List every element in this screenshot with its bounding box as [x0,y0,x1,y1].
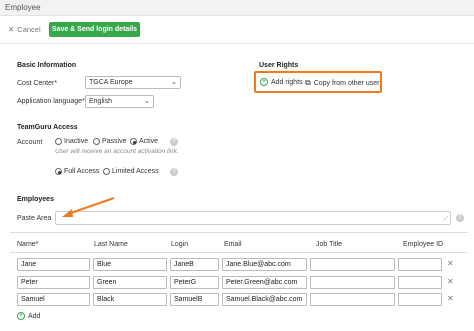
radio-limited-access[interactable]: Limited Access [103,168,159,175]
chevron-down-icon: ⌄ [171,79,177,86]
cancel-label: Cancel [17,25,41,34]
cost-center-label: Cost Center* [17,80,58,87]
cell-job-title[interactable] [310,258,395,271]
cell-job-title[interactable] [310,293,395,306]
radio-circle [93,138,100,145]
radio-circle [55,138,62,145]
help-icon[interactable]: ? [456,214,464,222]
save-send-button[interactable]: Save & Send login details [49,22,140,37]
cell-employee-id[interactable] [398,293,442,306]
table-row: Jane Blue JaneB Jane.Blue@abc.com ✕ [0,258,474,272]
cell-last-name[interactable]: Green [93,276,167,289]
cell-email[interactable]: Jane.Blue@abc.com [222,258,307,271]
divider [10,232,468,233]
account-hint: User will receive an account activation … [55,148,179,155]
copy-from-user-button[interactable]: ⧉ Copy from other user [305,78,379,88]
employees-heading: Employees [17,196,54,203]
table-row: Peter Green PeterG Peter.Green@abc.com ✕ [0,276,474,290]
add-row-label: Add [28,312,41,320]
cell-last-name[interactable]: Black [93,293,167,306]
radio-passive[interactable]: Passive [93,138,127,145]
remove-row-icon[interactable]: ✕ [447,294,454,303]
add-row-button[interactable]: + Add [17,312,40,320]
cost-center-select[interactable]: TGCA Europe ⌄ [85,76,181,89]
radio-circle-selected [130,138,137,145]
col-header-employee-id: Employee ID [403,241,444,248]
radio-full-access[interactable]: Full Access [55,168,99,175]
window-title: Employee [5,3,41,12]
paste-area-label: Paste Area [17,215,52,222]
cell-name[interactable]: Peter [17,276,90,289]
help-icon[interactable]: ? [170,138,178,146]
cell-employee-id[interactable] [398,258,442,271]
table-row: Samuel Black SamuelB Samuel.Black@abc.co… [0,293,474,307]
cell-name[interactable]: Samuel [17,293,90,306]
cancel-button[interactable]: ✕ Cancel [8,25,41,34]
radio-circle [103,168,110,175]
plus-circle-icon: + [17,312,25,320]
col-header-login: Login [171,241,189,248]
col-header-email: Email [224,241,242,248]
access-heading: TeamGuru Access [17,124,78,131]
resize-handle-icon[interactable]: ⟋ [443,216,448,224]
col-header-last-name: Last Name [94,241,128,248]
limited-access-label: Limited Access [112,168,159,175]
cell-login[interactable]: SamuelB [170,293,219,306]
col-header-job-title: Job Title [316,241,343,248]
user-rights-heading: User Rights [259,62,299,69]
cell-employee-id[interactable] [398,276,442,289]
add-rights-button[interactable]: + Add rights [260,78,303,86]
radio-active-label: Active [139,138,159,145]
full-access-label: Full Access [64,168,100,175]
account-label: Account [17,139,43,146]
radio-circle-selected [55,168,62,175]
plus-circle-icon: + [260,78,268,86]
cost-center-value: TGCA Europe [89,79,133,86]
language-select[interactable]: English ⌄ [85,95,154,108]
cell-job-title[interactable] [310,276,395,289]
radio-passive-label: Passive [102,138,127,145]
close-icon: ✕ [8,25,15,34]
cell-last-name[interactable]: Blue [93,258,167,271]
divider [0,43,474,44]
cell-email[interactable]: Samuel.Black@abc.com [222,293,307,306]
remove-row-icon[interactable]: ✕ [447,277,454,286]
cell-login[interactable]: PeterG [170,276,219,289]
add-rights-label: Add rights [271,78,303,86]
cell-email[interactable]: Peter.Green@abc.com [222,276,307,289]
cell-name[interactable]: Jane [17,258,90,271]
radio-inactive-label: Inactive [64,138,89,145]
remove-row-icon[interactable]: ✕ [447,259,454,268]
radio-inactive[interactable]: Inactive [55,138,88,145]
language-label: Application language* [17,98,85,105]
help-icon[interactable]: ? [170,168,178,176]
title-bar: Employee [0,0,474,16]
copy-from-user-label: Copy from other user [313,79,380,87]
cell-login[interactable]: JaneB [170,258,219,271]
radio-active[interactable]: Active [130,138,158,145]
copy-icon: ⧉ [305,78,311,87]
arrow-annotation [62,197,115,217]
divider [10,252,468,253]
chevron-down-icon: ⌄ [144,98,150,105]
basic-info-heading: Basic Information [17,62,77,69]
col-header-name: Name* [17,241,39,248]
language-value: English [89,98,112,105]
